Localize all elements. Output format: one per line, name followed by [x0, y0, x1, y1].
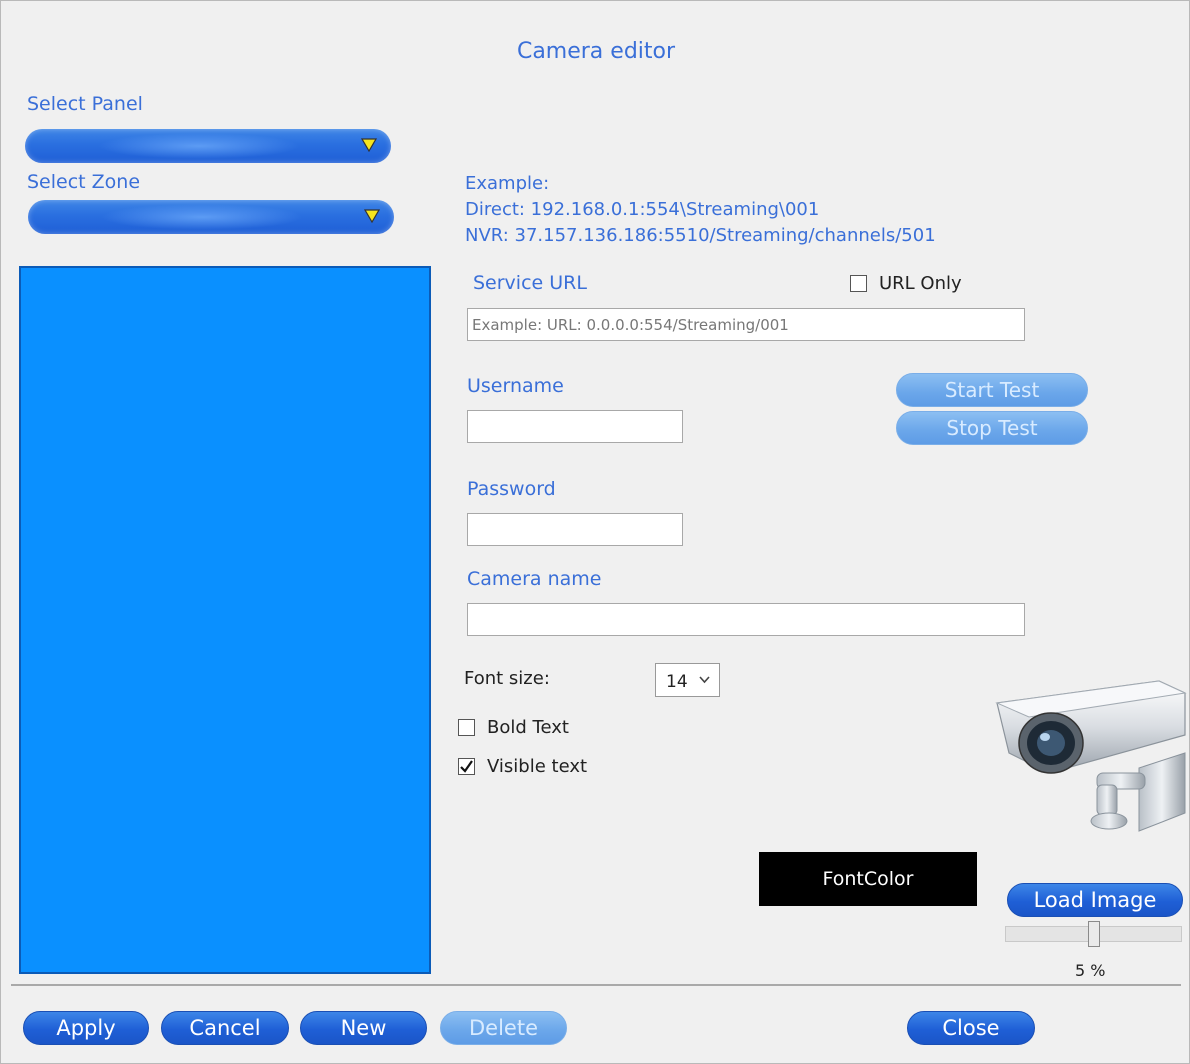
example-direct: Direct: 192.168.0.1:554\Streaming\001 [465, 199, 820, 220]
start-test-button[interactable]: Start Test [896, 373, 1088, 407]
font-size-value: 14 [666, 672, 688, 692]
dropdown-arrow-icon [361, 138, 377, 152]
dropdown-highlight [101, 204, 303, 230]
chevron-down-icon [699, 676, 710, 684]
bold-text-checkbox[interactable] [458, 719, 475, 736]
bold-text-label: Bold Text [487, 717, 569, 738]
url-only-label: URL Only [879, 273, 962, 294]
select-zone-dropdown[interactable] [28, 200, 394, 234]
dropdown-arrow-icon [364, 209, 380, 223]
new-button[interactable]: New [300, 1011, 427, 1045]
select-panel-dropdown[interactable] [25, 129, 391, 163]
load-image-button[interactable]: Load Image [1007, 883, 1183, 917]
delete-button[interactable]: Delete [440, 1011, 567, 1045]
example-block: Example: Direct: 192.168.0.1:554\Streami… [465, 171, 936, 249]
service-url-input[interactable] [467, 308, 1025, 341]
footer-divider [11, 984, 1181, 986]
zoom-percent-text: 5 % [1075, 961, 1106, 980]
camera-list[interactable] [19, 266, 431, 974]
visible-text-checkbox[interactable] [458, 758, 475, 775]
username-label: Username [467, 375, 564, 397]
font-size-label: Font size: [464, 668, 550, 689]
example-nvr: NVR: 37.157.136.186:5510/Streaming/chann… [465, 225, 936, 246]
zoom-slider-thumb[interactable] [1088, 921, 1100, 947]
font-size-select[interactable]: 14 [655, 663, 720, 697]
password-label: Password [467, 478, 556, 500]
camera-name-input[interactable] [467, 603, 1025, 636]
select-panel-label: Select Panel [27, 93, 143, 115]
service-url-label: Service URL [473, 272, 587, 294]
example-heading: Example: [465, 173, 550, 194]
apply-button[interactable]: Apply [23, 1011, 149, 1045]
checkmark-icon [460, 760, 473, 773]
security-camera-icon [995, 680, 1187, 832]
username-input[interactable] [467, 410, 683, 443]
cancel-button[interactable]: Cancel [161, 1011, 289, 1045]
dropdown-highlight [98, 133, 300, 159]
password-input[interactable] [467, 513, 683, 546]
select-zone-label: Select Zone [27, 171, 141, 193]
window-title: Camera editor [516, 39, 676, 64]
font-color-button[interactable]: FontColor [759, 852, 977, 906]
visible-text-label: Visible text [487, 756, 588, 777]
camera-name-label: Camera name [467, 568, 602, 590]
url-only-checkbox[interactable] [850, 275, 867, 292]
camera-editor-window: Camera editor Select Panel Select Zone E… [0, 0, 1190, 1064]
stop-test-button[interactable]: Stop Test [896, 411, 1088, 445]
close-button[interactable]: Close [907, 1011, 1035, 1045]
